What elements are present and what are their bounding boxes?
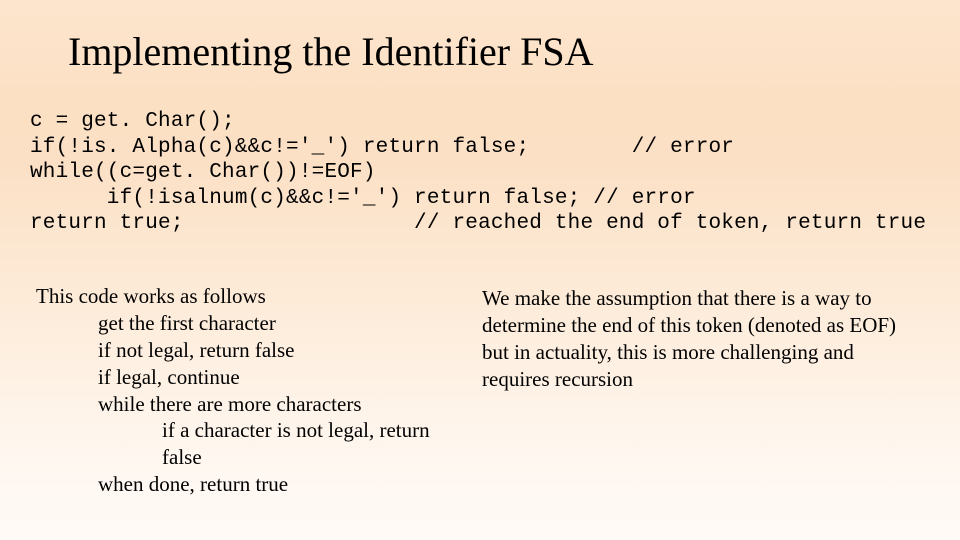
explanation-step: if not legal, return false	[36, 337, 456, 364]
explanation-step: if legal, continue	[36, 364, 456, 391]
slide: Implementing the Identifier FSA c = get.…	[0, 0, 960, 540]
code-line: if(!is. Alpha(c)&&c!='_') return false; …	[30, 136, 734, 159]
explanation-step: get the first character	[36, 310, 456, 337]
explanation-step: when done, return true	[36, 471, 456, 498]
code-line: if(!isalnum(c)&&c!='_') return false; //…	[30, 187, 696, 210]
assumption-text: We make the assumption that there is a w…	[482, 285, 916, 393]
explanation-left: This code works as follows get the first…	[36, 283, 456, 498]
code-line: while((c=get. Char())!=EOF)	[30, 161, 376, 184]
code-block: c = get. Char(); if(!is. Alpha(c)&&c!='_…	[30, 109, 924, 237]
explanation-step: while there are more characters	[36, 391, 456, 418]
explanation-substep: if a character is not legal, return fals…	[36, 417, 456, 471]
lower-columns: This code works as follows get the first…	[36, 283, 924, 498]
slide-title: Implementing the Identifier FSA	[68, 28, 924, 75]
code-line: c = get. Char();	[30, 110, 235, 133]
code-line: return true; // reached the end of token…	[30, 212, 926, 235]
explanation-right: We make the assumption that there is a w…	[482, 283, 924, 498]
explanation-intro: This code works as follows	[36, 283, 456, 310]
